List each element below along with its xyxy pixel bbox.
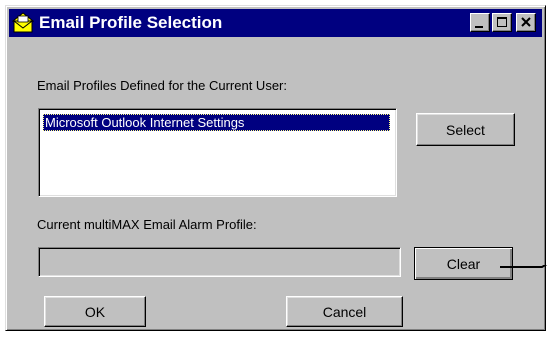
cancel-button[interactable]: Cancel <box>286 296 403 327</box>
maximize-button[interactable] <box>492 13 512 32</box>
ok-button[interactable]: OK <box>44 296 146 327</box>
callout-line <box>500 265 548 268</box>
clear-button-label: Clear <box>446 256 481 272</box>
alarm-profile-label: Current multiMAX Email Alarm Profile: <box>37 217 257 232</box>
profiles-label: Email Profiles Defined for the Current U… <box>37 78 287 93</box>
alarm-profile-field <box>38 247 401 277</box>
ok-button-label: OK <box>84 304 106 320</box>
select-button-label: Select <box>446 122 485 138</box>
select-button[interactable]: Select <box>416 113 515 146</box>
close-button[interactable] <box>516 13 536 32</box>
title-bar[interactable]: Email Profile Selection <box>9 9 542 37</box>
profiles-listbox[interactable]: Microsoft Outlook Internet Settings <box>38 108 397 197</box>
maximize-icon <box>497 17 507 27</box>
list-item[interactable]: Microsoft Outlook Internet Settings <box>43 114 390 131</box>
envelope-folder-icon <box>11 12 35 34</box>
minimize-button[interactable] <box>470 13 490 32</box>
clear-button[interactable]: Clear <box>414 247 513 280</box>
email-profile-selection-dialog: Email Profile Selection Email Profiles D… <box>5 5 546 331</box>
cancel-button-label: Cancel <box>322 304 367 320</box>
window-title: Email Profile Selection <box>39 13 223 32</box>
minimize-icon <box>475 26 483 28</box>
close-icon <box>521 17 531 27</box>
